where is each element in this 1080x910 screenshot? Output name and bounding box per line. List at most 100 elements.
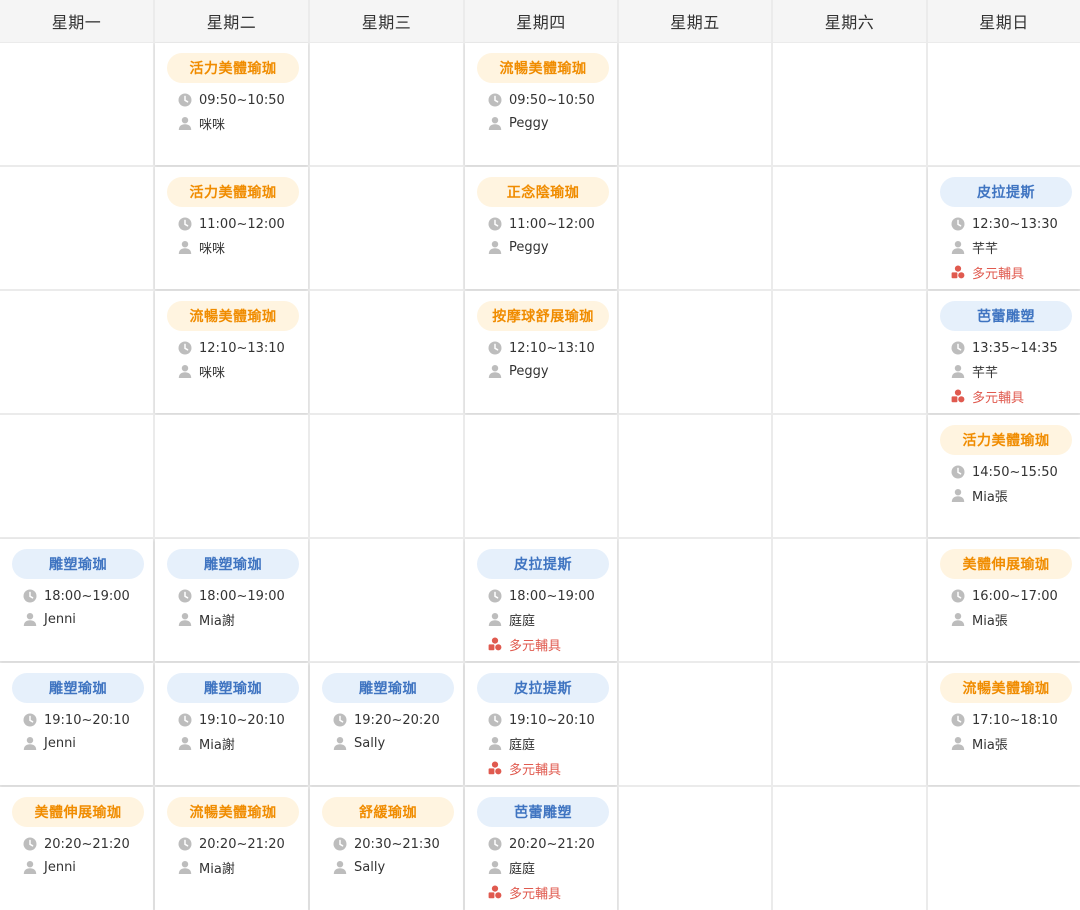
empty-slot: [773, 787, 926, 910]
class-time-row: 20:20~21:20: [488, 834, 595, 854]
class-card[interactable]: 雕塑瑜珈 18:00~19:00 Jenni: [0, 539, 153, 661]
class-time: 12:10~13:10: [509, 340, 595, 356]
props-icon: [951, 265, 972, 279]
class-time: 20:20~21:20: [44, 836, 130, 852]
class-card[interactable]: 美體伸展瑜珈 20:20~21:20 Jenni: [0, 787, 153, 910]
empty-slot: [0, 291, 153, 413]
class-card[interactable]: 芭蕾雕塑 13:35~14:35 芊芊 多元輔具: [928, 291, 1080, 413]
empty-slot: [619, 167, 771, 289]
class-name-badge[interactable]: 雕塑瑜珈: [322, 673, 454, 703]
person-icon: [178, 364, 199, 378]
props-icon: [488, 885, 509, 899]
class-card[interactable]: 皮拉提斯 19:10~20:10 庭庭 多元輔具: [465, 663, 617, 785]
equipment-label: 多元輔具: [972, 390, 1025, 406]
instructor-name-row: 庭庭: [488, 733, 535, 753]
instructor-name-row: Sally: [333, 857, 385, 877]
class-time-row: 12:30~13:30: [951, 214, 1058, 234]
person-icon: [178, 116, 199, 130]
class-card[interactable]: 雕塑瑜珈 19:10~20:10 Jenni: [0, 663, 153, 785]
class-name-badge[interactable]: 雕塑瑜珈: [167, 673, 299, 703]
empty-slot: [310, 539, 463, 661]
empty-slot: [928, 787, 1080, 910]
instructor-name: Mia謝: [199, 861, 235, 877]
class-name-badge[interactable]: 皮拉提斯: [477, 549, 609, 579]
class-card[interactable]: 美體伸展瑜珈 16:00~17:00 Mia張: [928, 539, 1080, 661]
person-icon: [951, 612, 972, 626]
person-icon: [488, 736, 509, 750]
class-card[interactable]: 雕塑瑜珈 19:20~20:20 Sally: [310, 663, 463, 785]
equipment-label-row: 多元輔具: [488, 634, 561, 654]
empty-slot: [773, 663, 926, 785]
instructor-name-row: 庭庭: [488, 857, 535, 877]
class-name-badge[interactable]: 芭蕾雕塑: [940, 301, 1072, 331]
instructor-name: 芊芊: [972, 365, 999, 381]
class-name-badge[interactable]: 雕塑瑜珈: [12, 549, 144, 579]
class-card[interactable]: 流暢美體瑜珈 09:50~10:50 Peggy: [465, 43, 617, 165]
class-card[interactable]: 活力美體瑜珈 09:50~10:50 咪咪: [155, 43, 308, 165]
empty-slot: [619, 539, 771, 661]
class-card[interactable]: 芭蕾雕塑 20:20~21:20 庭庭 多元輔具: [465, 787, 617, 910]
empty-slot: [619, 415, 771, 537]
class-name-badge[interactable]: 正念陰瑜珈: [477, 177, 609, 207]
class-name-badge[interactable]: 流暢美體瑜珈: [167, 797, 299, 827]
instructor-name: 咪咪: [199, 365, 226, 381]
person-icon: [951, 488, 972, 502]
class-card[interactable]: 雕塑瑜珈 18:00~19:00 Mia謝: [155, 539, 308, 661]
class-name-badge[interactable]: 流暢美體瑜珈: [940, 673, 1072, 703]
empty-slot: [773, 43, 926, 165]
equipment-label-row: 多元輔具: [951, 262, 1024, 282]
person-icon: [23, 612, 44, 626]
class-card[interactable]: 皮拉提斯 12:30~13:30 芊芊 多元輔具: [928, 167, 1080, 289]
class-card[interactable]: 流暢美體瑜珈 17:10~18:10 Mia張: [928, 663, 1080, 785]
class-name-badge[interactable]: 雕塑瑜珈: [167, 549, 299, 579]
class-time-row: 18:00~19:00: [23, 586, 130, 606]
instructor-name-row: Peggy: [488, 237, 549, 257]
class-name-badge[interactable]: 流暢美體瑜珈: [167, 301, 299, 331]
class-time: 19:20~20:20: [354, 712, 440, 728]
class-time-row: 20:30~21:30: [333, 834, 440, 854]
class-name-badge[interactable]: 按摩球舒展瑜珈: [477, 301, 609, 331]
person-icon: [23, 860, 44, 874]
instructor-name-row: 芊芊: [951, 361, 998, 381]
class-time-row: 20:20~21:20: [23, 834, 130, 854]
empty-slot: [465, 415, 617, 537]
props-icon: [488, 637, 509, 651]
clock-icon: [488, 217, 509, 231]
class-time: 09:50~10:50: [199, 92, 285, 108]
class-card[interactable]: 活力美體瑜珈 11:00~12:00 咪咪: [155, 167, 308, 289]
class-card[interactable]: 按摩球舒展瑜珈 12:10~13:10 Peggy: [465, 291, 617, 413]
instructor-name: Sally: [354, 859, 386, 875]
clock-icon: [951, 341, 972, 355]
class-time-row: 09:50~10:50: [178, 90, 285, 110]
class-name-badge[interactable]: 美體伸展瑜珈: [940, 549, 1072, 579]
class-card[interactable]: 流暢美體瑜珈 12:10~13:10 咪咪: [155, 291, 308, 413]
class-time-row: 09:50~10:50: [488, 90, 595, 110]
clock-icon: [178, 589, 199, 603]
empty-slot: [773, 539, 926, 661]
class-name-badge[interactable]: 活力美體瑜珈: [940, 425, 1072, 455]
class-card[interactable]: 雕塑瑜珈 19:10~20:10 Mia謝: [155, 663, 308, 785]
class-time: 09:50~10:50: [509, 92, 595, 108]
class-name-badge[interactable]: 雕塑瑜珈: [12, 673, 144, 703]
class-name-badge[interactable]: 皮拉提斯: [477, 673, 609, 703]
empty-slot: [155, 415, 308, 537]
class-card[interactable]: 活力美體瑜珈 14:50~15:50 Mia張: [928, 415, 1080, 537]
class-name-badge[interactable]: 皮拉提斯: [940, 177, 1072, 207]
class-time: 16:00~17:00: [972, 588, 1058, 604]
class-time: 11:00~12:00: [199, 216, 285, 232]
class-card[interactable]: 皮拉提斯 18:00~19:00 庭庭 多元輔具: [465, 539, 617, 661]
class-name-badge[interactable]: 流暢美體瑜珈: [477, 53, 609, 83]
instructor-name-row: 庭庭: [488, 609, 535, 629]
class-card[interactable]: 舒緩瑜珈 20:30~21:30 Sally: [310, 787, 463, 910]
class-name-badge[interactable]: 芭蕾雕塑: [477, 797, 609, 827]
class-name-badge[interactable]: 活力美體瑜珈: [167, 177, 299, 207]
class-card[interactable]: 正念陰瑜珈 11:00~12:00 Peggy: [465, 167, 617, 289]
class-name-badge[interactable]: 活力美體瑜珈: [167, 53, 299, 83]
empty-slot: [619, 787, 771, 910]
person-icon: [178, 736, 199, 750]
person-icon: [488, 364, 509, 378]
class-name-badge[interactable]: 美體伸展瑜珈: [12, 797, 144, 827]
class-card[interactable]: 流暢美體瑜珈 20:20~21:20 Mia謝: [155, 787, 308, 910]
class-name-badge[interactable]: 舒緩瑜珈: [322, 797, 454, 827]
instructor-name: Mia張: [972, 737, 1008, 753]
